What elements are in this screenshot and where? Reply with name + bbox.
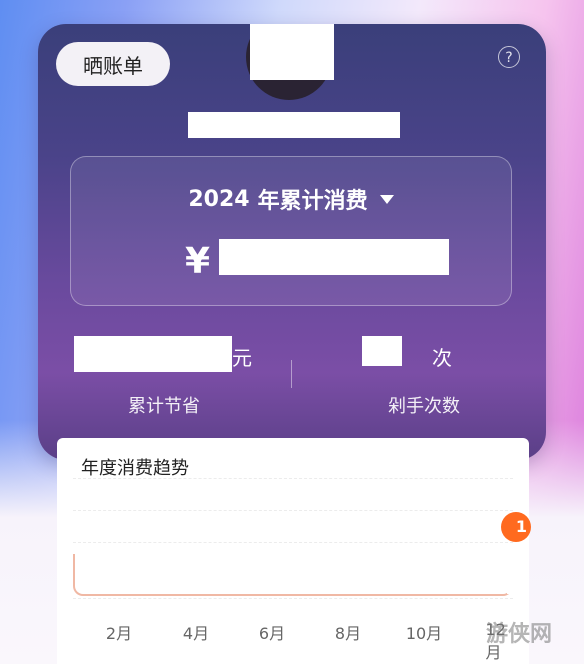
dropdown-caret-icon	[379, 194, 394, 204]
trend-badge: 1	[501, 512, 531, 542]
grid-line	[73, 510, 513, 511]
chart-edge	[507, 554, 513, 594]
savings-unit: 元	[232, 346, 252, 370]
savings-label: 累计节省	[128, 396, 200, 417]
annual-bill-card: 晒账单 ? 2024 年累计消费 ¥ 元 累计节省 次 剁手次数	[38, 24, 546, 460]
month-label: 6月	[258, 624, 286, 643]
avatar-redaction	[250, 24, 334, 80]
purchases-stat: 次 剁手次数	[354, 336, 494, 418]
trend-chart-area	[73, 554, 513, 596]
total-spending-panel: 2024 年累计消费 ¥	[70, 156, 512, 306]
grid-line	[73, 598, 513, 599]
year-value: 2024	[188, 186, 250, 212]
year-selector[interactable]: 2024 年累计消费	[71, 183, 511, 215]
username-redaction	[188, 112, 400, 138]
month-label: 10月	[405, 624, 443, 643]
month-label: 2月	[105, 624, 133, 643]
savings-redaction	[74, 336, 232, 372]
question-mark-icon[interactable]: ?	[498, 46, 520, 68]
savings-stat: 元 累计节省	[74, 336, 254, 418]
currency-symbol: ¥	[185, 241, 211, 282]
purchases-label: 剁手次数	[388, 396, 460, 417]
site-watermark: 游侠网	[486, 622, 553, 647]
grid-line	[73, 542, 513, 543]
month-label: 8月	[334, 624, 362, 643]
purchases-unit: 次	[432, 346, 452, 370]
trend-title: 年度消费趋势	[81, 458, 189, 479]
purchases-redaction	[362, 336, 402, 366]
share-bill-button[interactable]: 晒账单	[56, 42, 170, 86]
month-label: 4月	[182, 624, 210, 643]
grid-line	[73, 478, 513, 479]
stats-divider	[291, 360, 292, 388]
year-title: 年累计消费	[257, 189, 368, 214]
annual-trend-panel: 年度消费趋势 1 2月 4月 6月 8月 10月 12月	[57, 438, 531, 664]
amount-redaction	[219, 239, 449, 275]
